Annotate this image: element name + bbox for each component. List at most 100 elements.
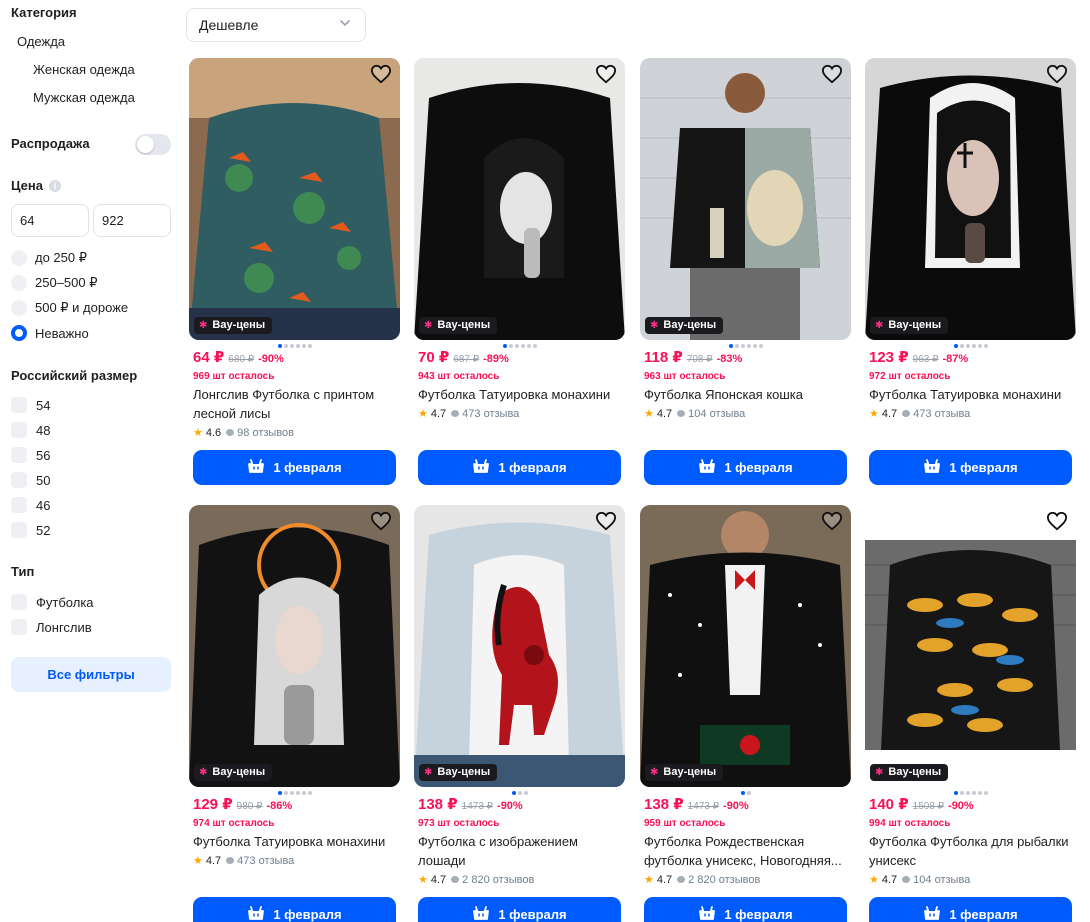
product-title[interactable]: Футболка с изображением лошади bbox=[418, 832, 623, 870]
badge-label: Вау-цены bbox=[212, 766, 266, 778]
cart-icon bbox=[472, 458, 490, 477]
radio-button-selected[interactable] bbox=[11, 325, 27, 341]
heart-icon[interactable] bbox=[370, 64, 392, 84]
all-filters-button[interactable]: Все фильтры bbox=[11, 657, 171, 692]
category-men-link[interactable]: Мужская одежда bbox=[33, 90, 135, 105]
radio-button[interactable] bbox=[11, 275, 27, 291]
reviews-count: 104 отзыва bbox=[688, 407, 746, 420]
product-title[interactable]: Лонгслив Футболка с принтом лесной лисы bbox=[193, 385, 398, 423]
heart-icon[interactable] bbox=[595, 511, 617, 531]
heart-icon[interactable] bbox=[821, 64, 843, 84]
size-option[interactable]: 56 bbox=[11, 446, 50, 464]
size-option[interactable]: 54 bbox=[11, 396, 50, 414]
product-photo[interactable]: ✱ Вау-цены bbox=[865, 58, 1076, 340]
pager-dot bbox=[307, 344, 312, 348]
price-max-input[interactable] bbox=[93, 204, 171, 237]
price-option-500-plus[interactable]: 500 ₽ и дороже bbox=[11, 299, 128, 317]
product-photo[interactable]: ✱ Вау-цены bbox=[640, 505, 851, 787]
radio-button[interactable] bbox=[11, 250, 27, 266]
add-to-cart-button[interactable]: 1 февраля bbox=[644, 897, 847, 922]
info-icon[interactable]: i bbox=[48, 180, 61, 192]
rating[interactable]: ★ 4.7 473 отзыва bbox=[418, 407, 520, 421]
reviews-count: 473 отзыва bbox=[462, 407, 520, 420]
product-photo[interactable]: ✱ Вау-цены bbox=[414, 505, 625, 787]
badge-label: Вау-цены bbox=[437, 766, 491, 778]
price-option-label: 500 ₽ и дороже bbox=[35, 300, 129, 315]
add-to-cart-button[interactable]: 1 февраля bbox=[193, 450, 396, 485]
product-title[interactable]: Футболка Японская кошка bbox=[644, 385, 849, 404]
checkbox[interactable] bbox=[11, 472, 27, 488]
rating[interactable]: ★ 4.7 473 отзыва bbox=[193, 854, 294, 868]
rating[interactable]: ★ 4.7 104 отзыва bbox=[869, 873, 971, 887]
discount: -89% bbox=[483, 353, 509, 365]
discount: -90% bbox=[948, 800, 974, 812]
product-title[interactable]: Футболка Татуировка монахини bbox=[869, 385, 1074, 404]
flame-icon: ✱ bbox=[650, 767, 659, 778]
size-option[interactable]: 48 bbox=[11, 421, 50, 439]
category-women-link[interactable]: Женская одежда bbox=[33, 62, 135, 77]
product-photo[interactable]: ✱ Вау-цены bbox=[865, 505, 1076, 787]
heart-icon[interactable] bbox=[370, 511, 392, 531]
heart-icon[interactable] bbox=[821, 511, 843, 531]
wow-price-badge: ✱ Вау-цены bbox=[194, 317, 273, 334]
product-title[interactable]: Футболка Татуировка монахини bbox=[418, 385, 623, 404]
stock-left: 994 шт осталось bbox=[869, 818, 951, 829]
heart-icon[interactable] bbox=[595, 64, 617, 84]
reviews-count: 2 820 отзывов bbox=[462, 873, 535, 886]
heart-icon[interactable] bbox=[1046, 511, 1068, 531]
product-photo[interactable]: ✱ Вау-цены bbox=[640, 58, 851, 340]
wow-price-badge: ✱ Вау-цены bbox=[419, 764, 498, 781]
size-label: 46 bbox=[36, 497, 51, 513]
checkbox[interactable] bbox=[11, 422, 27, 438]
price-option-any[interactable]: Неважно bbox=[11, 324, 89, 342]
add-to-cart-button[interactable]: 1 февраля bbox=[193, 897, 396, 922]
rating[interactable]: ★ 4.6 98 отзывов bbox=[193, 426, 294, 440]
star-icon: ★ bbox=[869, 408, 879, 420]
product-title[interactable]: Футболка Футболка для рыбалки унисекс bbox=[869, 832, 1074, 870]
add-to-cart-button[interactable]: 1 февраля bbox=[644, 450, 847, 485]
sort-dropdown[interactable]: Дешевле bbox=[186, 8, 366, 42]
add-to-cart-button[interactable]: 1 февраля bbox=[418, 897, 621, 922]
checkbox[interactable] bbox=[11, 594, 27, 610]
category-clothes-link[interactable]: Одежда bbox=[17, 34, 65, 49]
add-to-cart-button[interactable]: 1 февраля bbox=[869, 897, 1072, 922]
add-to-cart-button[interactable]: 1 февраля bbox=[418, 450, 621, 485]
size-option[interactable]: 52 bbox=[11, 521, 50, 539]
size-option[interactable]: 46 bbox=[11, 496, 50, 514]
add-to-cart-button[interactable]: 1 февраля bbox=[869, 450, 1072, 485]
old-price: 980 ₽ bbox=[236, 801, 263, 812]
pager-dot bbox=[508, 344, 513, 348]
type-title: Тип bbox=[11, 564, 35, 579]
radio-button[interactable] bbox=[11, 300, 27, 316]
rating[interactable]: ★ 4.7 2 820 отзывов bbox=[418, 873, 535, 887]
pager-dot bbox=[526, 344, 531, 348]
checkbox[interactable] bbox=[11, 447, 27, 463]
product-title[interactable]: Футболка Татуировка монахини bbox=[193, 832, 398, 851]
rating-value: 4.6 bbox=[205, 426, 222, 439]
heart-icon[interactable] bbox=[1046, 64, 1068, 84]
product-image bbox=[414, 505, 625, 787]
type-option-longsleeve[interactable]: Лонгслив bbox=[11, 618, 92, 636]
rating[interactable]: ★ 4.7 104 отзыва bbox=[644, 407, 746, 421]
product-photo[interactable]: ✱ Вау-цены bbox=[414, 58, 625, 340]
checkbox[interactable] bbox=[11, 619, 27, 635]
rating[interactable]: ★ 4.7 2 820 отзывов bbox=[644, 873, 760, 887]
checkbox[interactable] bbox=[11, 522, 27, 538]
product-photo[interactable]: ✱ Вау-цены bbox=[189, 505, 400, 787]
sale-toggle[interactable] bbox=[135, 134, 171, 155]
stock-left: 973 шт осталось bbox=[418, 818, 500, 829]
product-photo[interactable]: ✱ Вау-цены bbox=[189, 58, 400, 340]
current-price: 140 ₽ bbox=[869, 796, 909, 813]
price-min-input[interactable] bbox=[11, 204, 89, 237]
reviews-count: 473 отзыва bbox=[913, 407, 971, 420]
checkbox[interactable] bbox=[11, 397, 27, 413]
price-option-250-500[interactable]: 250–500 ₽ bbox=[11, 274, 98, 292]
product-title[interactable]: Футболка Рождественская футболка унисекс… bbox=[644, 832, 849, 870]
checkbox[interactable] bbox=[11, 497, 27, 513]
reviews-count: 104 отзыва bbox=[913, 873, 971, 886]
size-option[interactable]: 50 bbox=[11, 471, 50, 489]
current-price: 123 ₽ bbox=[869, 349, 909, 366]
rating[interactable]: ★ 4.7 473 отзыва bbox=[869, 407, 971, 421]
price-option-under-250[interactable]: до 250 ₽ bbox=[11, 249, 87, 267]
type-option-tshirt[interactable]: Футболка bbox=[11, 593, 94, 611]
